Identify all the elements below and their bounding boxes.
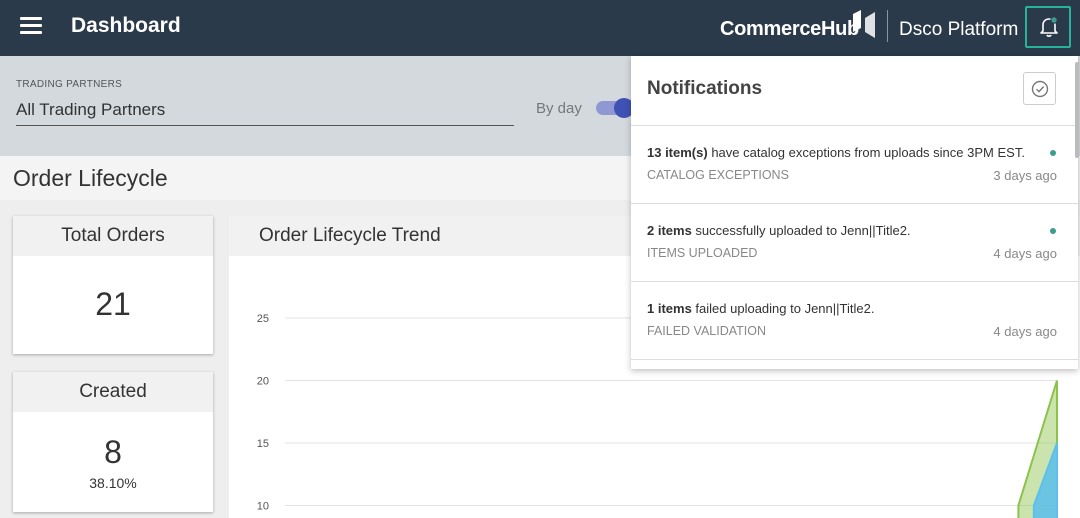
brand-divider — [887, 10, 888, 42]
brand-name: CommerceHub — [720, 18, 859, 40]
y-tick-label: 25 — [257, 313, 269, 325]
check-circle-icon — [1031, 80, 1049, 98]
page-title: Dashboard — [71, 14, 181, 37]
notifications-scrollbar[interactable] — [1075, 62, 1079, 158]
notification-category: FAILED VALIDATION — [647, 324, 767, 338]
notification-time: 3 days ago — [993, 168, 1057, 183]
by-day-toggle[interactable] — [596, 98, 636, 118]
notification-text: have catalog exceptions from uploads sin… — [707, 145, 1025, 160]
notification-category: CATALOG EXCEPTIONS — [647, 168, 789, 182]
total-orders-label: Total Orders — [13, 216, 213, 256]
created-card[interactable]: Created 8 38.10% — [13, 372, 213, 512]
notifications-panel: Notifications 13 item(s) have catalog ex… — [631, 56, 1078, 369]
created-label: Created — [13, 372, 213, 412]
by-day-label: By day — [536, 100, 582, 117]
trading-partners-select[interactable]: All Trading Partners — [16, 100, 514, 126]
notification-message: 2 items successfully uploaded to Jenn||T… — [647, 223, 911, 238]
notification-count: 13 item(s) — [647, 145, 708, 160]
notifications-title: Notifications — [647, 78, 763, 99]
section-title: Order Lifecycle — [13, 165, 168, 191]
total-orders-card[interactable]: Total Orders 21 — [13, 216, 213, 354]
notification-text: successfully uploaded to Jenn||Title2. — [691, 223, 911, 238]
unread-dot — [1050, 228, 1056, 234]
notification-time: 4 days ago — [993, 324, 1057, 339]
menu-icon[interactable] — [20, 17, 42, 37]
notification-item[interactable]: 13 item(s) have catalog exceptions from … — [631, 126, 1078, 204]
notifications-header: Notifications — [631, 56, 1078, 126]
commercehub-logo-icon — [853, 10, 875, 38]
trading-partners-label: TRADING PARTNERS — [16, 79, 123, 90]
notification-message: 1 items failed uploading to Jenn||Title2… — [647, 301, 874, 316]
notification-count: 1 items — [647, 301, 692, 316]
unread-dot — [1050, 150, 1056, 156]
top-bar: Dashboard CommerceHub Dsco Platform — [0, 0, 1080, 56]
notification-item[interactable]: 1 items failed uploading to Jenn||Title2… — [631, 282, 1078, 360]
mark-all-read-button[interactable] — [1023, 72, 1056, 105]
y-tick-label: 20 — [257, 376, 269, 388]
created-percent: 38.10% — [89, 475, 137, 491]
notification-item[interactable]: 2 items successfully uploaded to Jenn||T… — [631, 204, 1078, 282]
total-orders-value: 21 — [95, 286, 131, 322]
y-tick-label: 15 — [257, 438, 269, 450]
notifications-button[interactable] — [1025, 6, 1071, 48]
notification-message: 13 item(s) have catalog exceptions from … — [647, 145, 1025, 160]
y-tick-label: 10 — [257, 501, 269, 513]
notification-category: ITEMS UPLOADED — [647, 246, 758, 260]
notification-count: 2 items — [647, 223, 692, 238]
bell-icon — [1040, 16, 1058, 37]
platform-name: Dsco Platform — [899, 19, 1019, 40]
notification-time: 4 days ago — [993, 246, 1057, 261]
created-value: 8 — [104, 434, 122, 470]
notification-text: failed uploading to Jenn||Title2. — [691, 301, 875, 316]
